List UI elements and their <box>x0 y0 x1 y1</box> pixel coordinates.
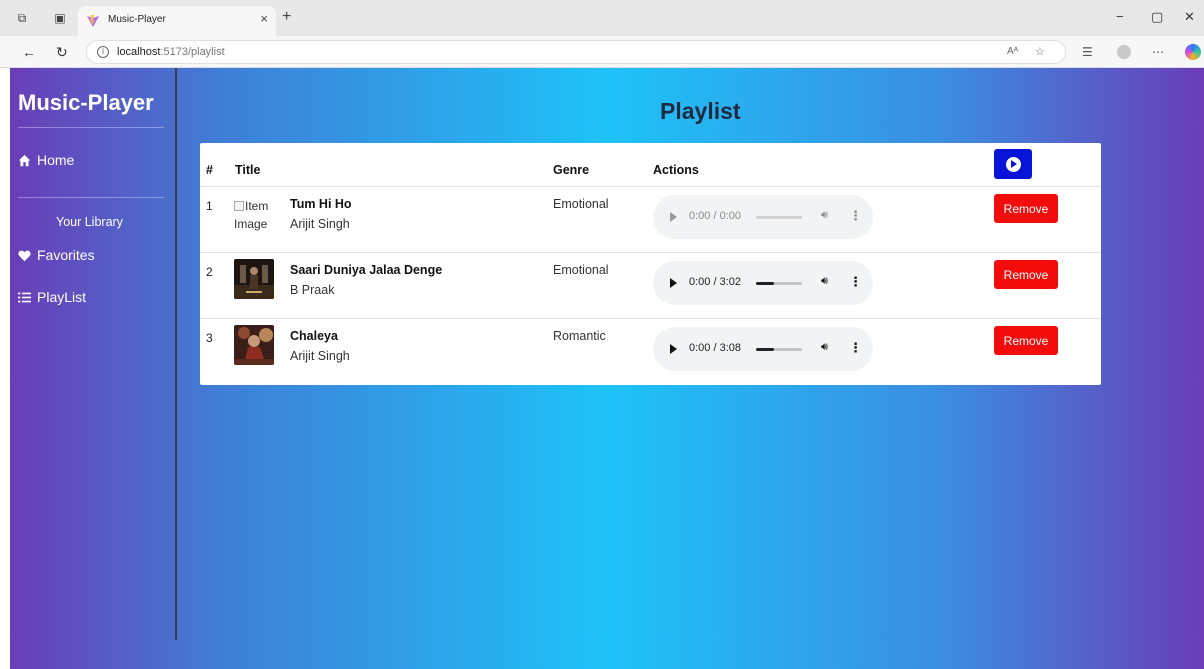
track-artist: B Praak <box>290 283 335 297</box>
audio-player: 0:00 / 0:00 🔊︎ ⋮ <box>653 195 873 239</box>
volume-icon[interactable]: 🔊︎ <box>821 209 828 222</box>
table-row: 3 Chaleya Arijit Singh Romantic 0:00 / 3… <box>200 318 1101 384</box>
site-info-icon[interactable]: i <box>97 46 109 58</box>
tab-close-icon[interactable]: × <box>260 11 268 26</box>
reload-icon[interactable]: ↻ <box>56 43 68 61</box>
page-title: Playlist <box>660 98 741 124</box>
browser-address-bar: ← ↻ i localhost:5173/playlist Aᴬ ☆ ☰ ⋯ <box>0 36 1204 68</box>
seek-slider[interactable] <box>756 348 802 351</box>
library-heading: Your Library <box>56 215 123 229</box>
workspaces-icon[interactable]: ⧉ <box>14 10 30 26</box>
heart-icon <box>18 250 31 261</box>
sidebar-divider <box>18 197 164 198</box>
browser-tab-bar: ⧉ ▣ Music-Player × + − ▢ ✕ <box>0 0 1204 36</box>
sidebar-item-label: Home <box>37 152 75 168</box>
new-tab-icon[interactable]: + <box>282 9 291 25</box>
more-options-icon[interactable]: ⋮ <box>849 340 862 356</box>
favorites-list-icon[interactable]: ☰ <box>1082 44 1093 60</box>
track-artist: Arijit Singh <box>290 349 350 363</box>
seek-slider[interactable] <box>756 282 802 285</box>
audio-player: 0:00 / 3:08 🔊︎ ⋮ <box>653 327 873 371</box>
seek-fill <box>756 348 775 351</box>
browser-tab[interactable]: Music-Player × <box>78 6 276 36</box>
seek-slider[interactable] <box>756 216 802 219</box>
sidebar-item-label: Favorites <box>37 247 95 263</box>
table-row: 2 Saari Duniya Jalaa Denge B Praak Emoti… <box>200 252 1101 318</box>
remove-button[interactable]: Remove <box>994 260 1058 289</box>
favorite-star-icon[interactable]: ☆ <box>1035 45 1045 59</box>
tab-actions-icon[interactable]: ▣ <box>52 10 68 26</box>
sidebar-item-label: PlayList <box>37 289 87 305</box>
volume-icon[interactable]: 🔊︎ <box>821 341 828 354</box>
sidebar-item-favorites[interactable]: Favorites <box>18 247 95 263</box>
more-options-icon[interactable]: ⋯ <box>1152 44 1164 60</box>
track-number: 1 <box>206 199 213 213</box>
more-options-icon[interactable]: ⋮ <box>849 274 862 290</box>
copilot-icon[interactable] <box>1185 44 1201 60</box>
track-number: 3 <box>206 331 213 345</box>
sidebar-item-home[interactable]: Home <box>18 152 74 168</box>
url-text: localhost:5173/playlist <box>117 46 225 58</box>
album-art-image <box>234 259 274 299</box>
close-window-icon[interactable]: ✕ <box>1184 9 1195 25</box>
album-art-image <box>234 325 274 365</box>
track-title: Tum Hi Ho <box>290 197 352 211</box>
restore-icon[interactable]: ▢ <box>1151 9 1163 25</box>
profile-avatar-icon[interactable] <box>1117 45 1131 59</box>
column-header-genre: Genre <box>553 163 590 177</box>
sidebar: Music-Player Home Your Library Favorites… <box>10 68 177 640</box>
broken-image-placeholder: Item Image <box>234 197 282 233</box>
playlist-table: # Title Genre Actions 1 Item Image Tum H… <box>200 143 1101 385</box>
playback-time: 0:00 / 3:08 <box>689 342 741 354</box>
more-options-icon[interactable]: ⋮ <box>849 208 862 224</box>
play-circle-icon <box>1005 156 1021 172</box>
table-row: 1 Item Image Tum Hi Ho Arijit Singh Emot… <box>200 186 1101 252</box>
vite-favicon-icon <box>87 15 99 27</box>
play-icon[interactable] <box>670 278 677 288</box>
playback-time: 0:00 / 3:02 <box>689 276 741 288</box>
track-genre: Romantic <box>553 329 606 343</box>
seek-fill <box>756 282 775 285</box>
home-icon <box>18 154 31 166</box>
url-field[interactable]: i localhost:5173/playlist Aᴬ ☆ <box>86 40 1066 64</box>
read-aloud-icon[interactable]: Aᴬ <box>1007 45 1018 59</box>
minimize-icon[interactable]: − <box>1116 9 1124 25</box>
volume-icon[interactable]: 🔊︎ <box>821 275 828 288</box>
play-icon[interactable] <box>670 212 677 222</box>
track-title: Saari Duniya Jalaa Denge <box>290 263 443 277</box>
sidebar-divider <box>18 127 164 128</box>
broken-image-icon <box>234 201 244 211</box>
column-header-number: # <box>206 163 213 177</box>
music-player-app: Music-Player Home Your Library Favorites… <box>10 68 1204 669</box>
back-arrow-icon[interactable]: ← <box>22 43 36 61</box>
sidebar-item-playlist[interactable]: PlayList <box>18 289 86 305</box>
play-all-button[interactable] <box>994 149 1032 179</box>
list-icon <box>18 292 31 302</box>
column-header-title: Title <box>235 163 261 177</box>
track-genre: Emotional <box>553 263 609 277</box>
tab-title: Music-Player <box>108 14 166 25</box>
play-icon[interactable] <box>670 344 677 354</box>
remove-button[interactable]: Remove <box>994 326 1058 355</box>
track-genre: Emotional <box>553 197 609 211</box>
playback-time: 0:00 / 0:00 <box>689 210 741 222</box>
remove-button[interactable]: Remove <box>994 194 1058 223</box>
track-title: Chaleya <box>290 329 338 343</box>
audio-player: 0:00 / 3:02 🔊︎ ⋮ <box>653 261 873 305</box>
track-artist: Arijit Singh <box>290 217 350 231</box>
track-number: 2 <box>206 265 213 279</box>
column-header-actions: Actions <box>653 163 699 177</box>
brand-title: Music-Player <box>18 90 154 115</box>
